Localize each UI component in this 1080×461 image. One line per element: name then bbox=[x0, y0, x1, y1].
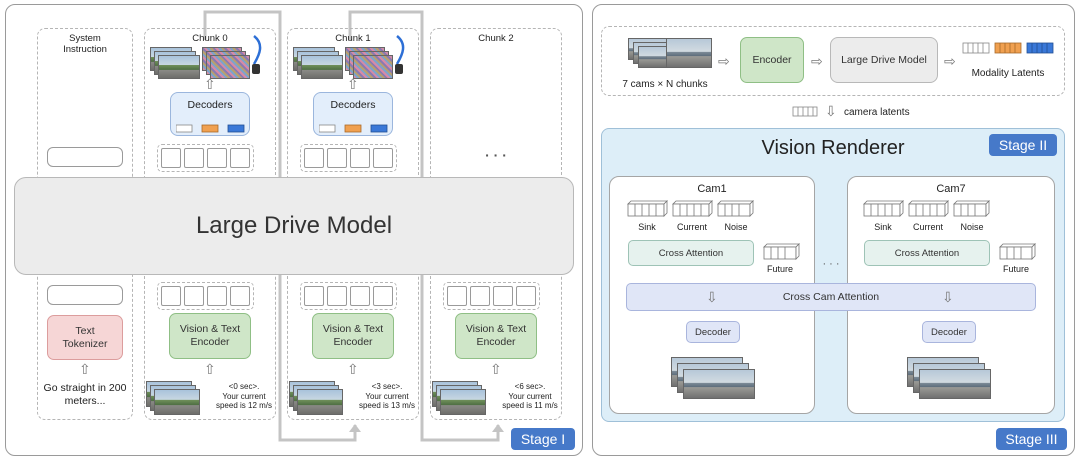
modality-latents-icon bbox=[962, 42, 1054, 54]
right-arrow-icon: ⇨ bbox=[718, 53, 730, 69]
text-tokenizer-block: Text Tokenizer bbox=[47, 315, 123, 360]
speed-text-chunk-1: <3 sec>. Your current speed is 13 m/s bbox=[358, 382, 416, 410]
input-frame-stack bbox=[440, 389, 486, 415]
input-frame-stack bbox=[154, 389, 200, 415]
input-frame-stack bbox=[297, 389, 343, 415]
cam7-cross-attention: Cross Attention bbox=[864, 240, 990, 266]
speed-text-chunk-0: <0 sec>. Your current speed is 12 m/s bbox=[215, 382, 273, 410]
up-arrow-icon: ⇧ bbox=[204, 76, 216, 92]
stage-three-badge: Stage III bbox=[996, 428, 1067, 450]
right-arrow-icon: ⇨ bbox=[944, 53, 956, 69]
input-token-row bbox=[300, 282, 397, 310]
cam1-decoder: Decoder bbox=[686, 321, 740, 343]
cam1-latent-cubes bbox=[627, 200, 754, 217]
camera-input-caption: 7 cams × N chunks bbox=[622, 79, 708, 90]
up-arrow-icon: ⇧ bbox=[347, 76, 359, 92]
decoders-label: Decoders bbox=[330, 99, 376, 111]
trajectory-icon bbox=[395, 35, 405, 74]
cam1-future-label: Future bbox=[766, 264, 793, 274]
input-token-row bbox=[443, 282, 540, 310]
vision-text-encoder-chunk-1: Vision & Text Encoder bbox=[312, 313, 394, 359]
cam1-title: Cam1 bbox=[697, 183, 727, 195]
large-drive-model-label: Large Drive Model bbox=[195, 212, 393, 239]
cam7-future-label: Future bbox=[1002, 264, 1029, 274]
large-drive-model-block: Large Drive Model bbox=[14, 177, 574, 275]
down-arrow-icon: ⇩ bbox=[825, 103, 837, 119]
trajectory-icon bbox=[252, 35, 262, 74]
cam7-decoder: Decoder bbox=[922, 321, 976, 343]
chunk-2-title: Chunk 2 bbox=[478, 33, 514, 44]
up-arrow-icon: ⇧ bbox=[490, 361, 502, 377]
cam7-sink-label: Sink bbox=[874, 222, 892, 232]
camera-latents-label: camera latents bbox=[844, 107, 910, 118]
output-token-row bbox=[300, 144, 397, 172]
output-token-row bbox=[157, 144, 254, 172]
cam7-noise-label: Noise bbox=[960, 222, 984, 232]
cam7-title: Cam7 bbox=[936, 183, 966, 195]
output-frame-stack bbox=[158, 55, 200, 79]
cam7-future-cube bbox=[999, 243, 1036, 260]
cam1-noise-label: Noise bbox=[724, 222, 748, 232]
up-arrow-icon: ⇧ bbox=[204, 361, 216, 377]
instruction-token-bottom bbox=[47, 285, 123, 305]
decoders-label: Decoders bbox=[187, 99, 233, 111]
cams-ellipsis: · · · bbox=[822, 258, 840, 270]
output-frame-stack bbox=[301, 55, 343, 79]
speed-text-chunk-2: <6 sec>. Your current speed is 11 m/s bbox=[502, 382, 558, 410]
down-arrow-icon: ⇩ bbox=[942, 289, 954, 305]
up-arrow-icon: ⇧ bbox=[347, 361, 359, 377]
down-arrow-icon: ⇩ bbox=[706, 289, 718, 305]
cam7-current-label: Current bbox=[912, 222, 943, 232]
cam1-future-cube bbox=[763, 243, 800, 260]
cam1-sink-label: Sink bbox=[638, 222, 656, 232]
cam1-output-frames bbox=[683, 369, 755, 399]
camera-input-stack bbox=[666, 38, 712, 68]
cross-cam-attention-bar: Cross Cam Attention bbox=[626, 283, 1036, 311]
cross-cam-attention-label: Cross Cam Attention bbox=[782, 291, 880, 303]
stage-one-badge: Stage I bbox=[511, 428, 575, 450]
large-drive-model-small: Large Drive Model bbox=[830, 37, 938, 83]
input-token-row bbox=[157, 282, 254, 310]
vision-text-encoder-chunk-0: Vision & Text Encoder bbox=[169, 313, 251, 359]
camera-latents-icon bbox=[792, 106, 818, 117]
cam7-output-frames bbox=[919, 369, 991, 399]
stage-two-badge: Stage II bbox=[989, 134, 1057, 156]
decoder-latent-icons bbox=[176, 124, 245, 133]
noisy-frame-stack bbox=[210, 55, 250, 79]
system-instruction-label: System Instruction bbox=[63, 33, 107, 55]
noisy-frame-stack bbox=[353, 55, 393, 79]
instruction-token-top bbox=[47, 147, 123, 167]
cam1-cross-attention: Cross Attention bbox=[628, 240, 754, 266]
modality-latents-label: Modality Latents bbox=[971, 68, 1045, 79]
chunk-2-ellipsis: · · · bbox=[485, 147, 507, 163]
up-arrow-icon: ⇧ bbox=[79, 361, 91, 377]
decoder-latent-icons bbox=[319, 124, 388, 133]
cam1-current-label: Current bbox=[676, 222, 707, 232]
cam7-latent-cubes bbox=[863, 200, 990, 217]
vision-text-encoder-chunk-2: Vision & Text Encoder bbox=[455, 313, 537, 359]
right-arrow-icon: ⇨ bbox=[811, 53, 823, 69]
instruction-text: Go straight in 200 meters... bbox=[43, 382, 127, 407]
encoder-block: Encoder bbox=[740, 37, 804, 83]
